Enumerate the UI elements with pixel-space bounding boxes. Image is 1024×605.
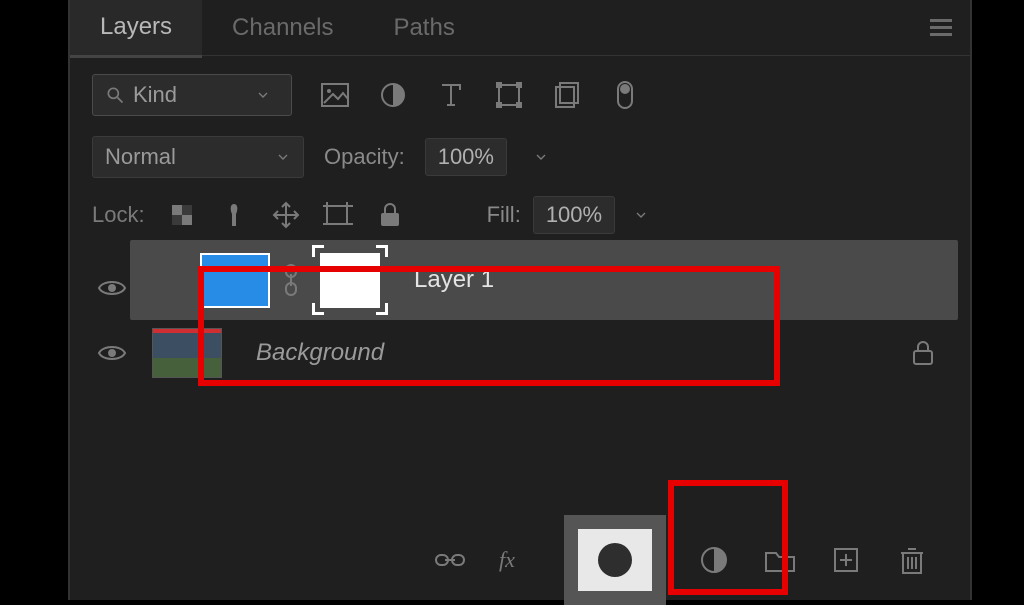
layer-thumbnail[interactable] [200,253,270,308]
add-mask-button-wrap [564,515,666,605]
link-layers-icon[interactable] [432,542,468,578]
blend-mode-dropdown[interactable]: Normal [92,136,304,178]
filter-kind-label: Kind [133,82,177,108]
filter-adjustment-icon[interactable] [378,80,408,110]
layer-actions-bar: fx [70,520,970,600]
adjustment-layer-icon[interactable] [696,542,732,578]
filter-toggle-icon[interactable] [610,80,640,110]
blend-mode-value: Normal [105,144,176,170]
lock-position-icon[interactable] [271,200,301,230]
opacity-label: Opacity: [324,144,405,170]
lock-paint-icon[interactable] [219,200,249,230]
fill-label: Fill: [487,202,521,228]
layer-name[interactable]: Layer 1 [414,266,494,294]
blend-opacity-bar: Normal Opacity: 100% [70,126,970,188]
fx-icon[interactable]: fx [498,542,534,578]
layer-row[interactable]: Background [70,320,970,386]
layer-row[interactable]: Layer 1 [130,240,958,320]
fill-value[interactable]: 100% [533,196,615,234]
opacity-dropdown-icon[interactable] [527,138,555,176]
fill-dropdown-icon[interactable] [627,196,655,234]
new-layer-icon[interactable] [828,542,864,578]
panel-menu-icon[interactable] [930,19,952,36]
lock-all-icon[interactable] [375,200,405,230]
svg-text:fx: fx [499,547,515,572]
filter-kind-dropdown[interactable]: Kind [92,74,292,116]
add-mask-button[interactable] [578,529,652,591]
tab-layers[interactable]: Layers [70,0,202,58]
lock-icon [912,340,934,366]
chevron-down-icon [255,87,271,103]
layer-filter-bar: Kind [70,56,970,126]
layer-thumbnail[interactable] [152,328,222,378]
search-icon [105,85,125,105]
mask-link-icon[interactable] [276,253,306,308]
lock-label: Lock: [92,202,145,228]
mask-icon [598,543,632,577]
visibility-toggle[interactable] [92,268,132,308]
layer-mask-thumbnail[interactable] [312,245,388,315]
lock-transparent-icon[interactable] [167,200,197,230]
new-group-icon[interactable] [762,542,798,578]
layers-panel: Layers Channels Paths Kind [70,0,970,600]
opacity-value[interactable]: 100% [425,138,507,176]
filter-type-icon[interactable] [436,80,466,110]
filter-pixel-icon[interactable] [320,80,350,110]
panel-tabs: Layers Channels Paths [70,0,970,56]
visibility-toggle[interactable] [92,333,132,373]
lock-fill-bar: Lock: Fill: 100% [70,188,970,240]
filter-type-icons [320,80,640,110]
tab-paths[interactable]: Paths [363,0,484,56]
chevron-down-icon [275,149,291,165]
filter-smartobject-icon[interactable] [552,80,582,110]
delete-layer-icon[interactable] [894,542,930,578]
layers-list: Layer 1 Background [70,240,970,446]
tab-channels[interactable]: Channels [202,0,363,56]
filter-shape-icon[interactable] [494,80,524,110]
lock-artboard-icon[interactable] [323,200,353,230]
layer-name[interactable]: Background [256,339,384,367]
